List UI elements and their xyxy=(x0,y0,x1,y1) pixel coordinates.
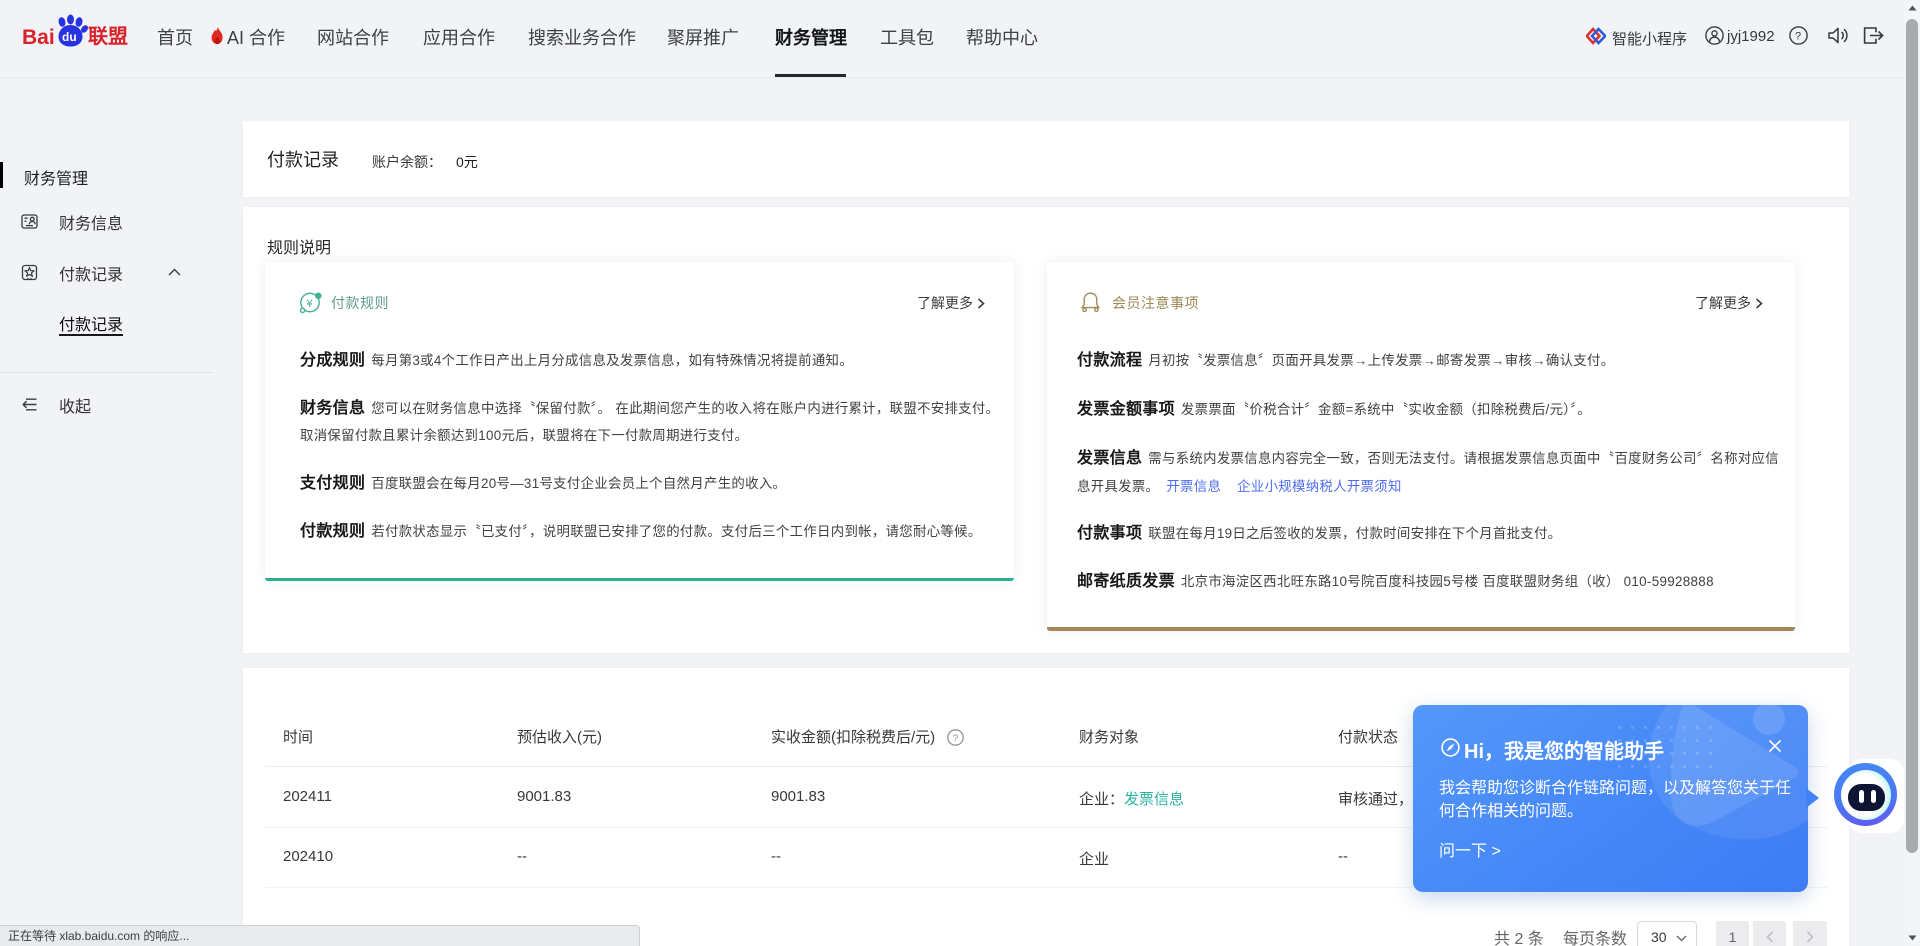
svg-text:?: ? xyxy=(1795,31,1801,43)
svg-text:¥: ¥ xyxy=(306,298,314,310)
svg-text:du: du xyxy=(62,30,77,44)
svg-text:联盟: 联盟 xyxy=(88,25,128,48)
svg-text:?: ? xyxy=(953,733,959,745)
svg-text:Bai: Bai xyxy=(22,26,55,49)
